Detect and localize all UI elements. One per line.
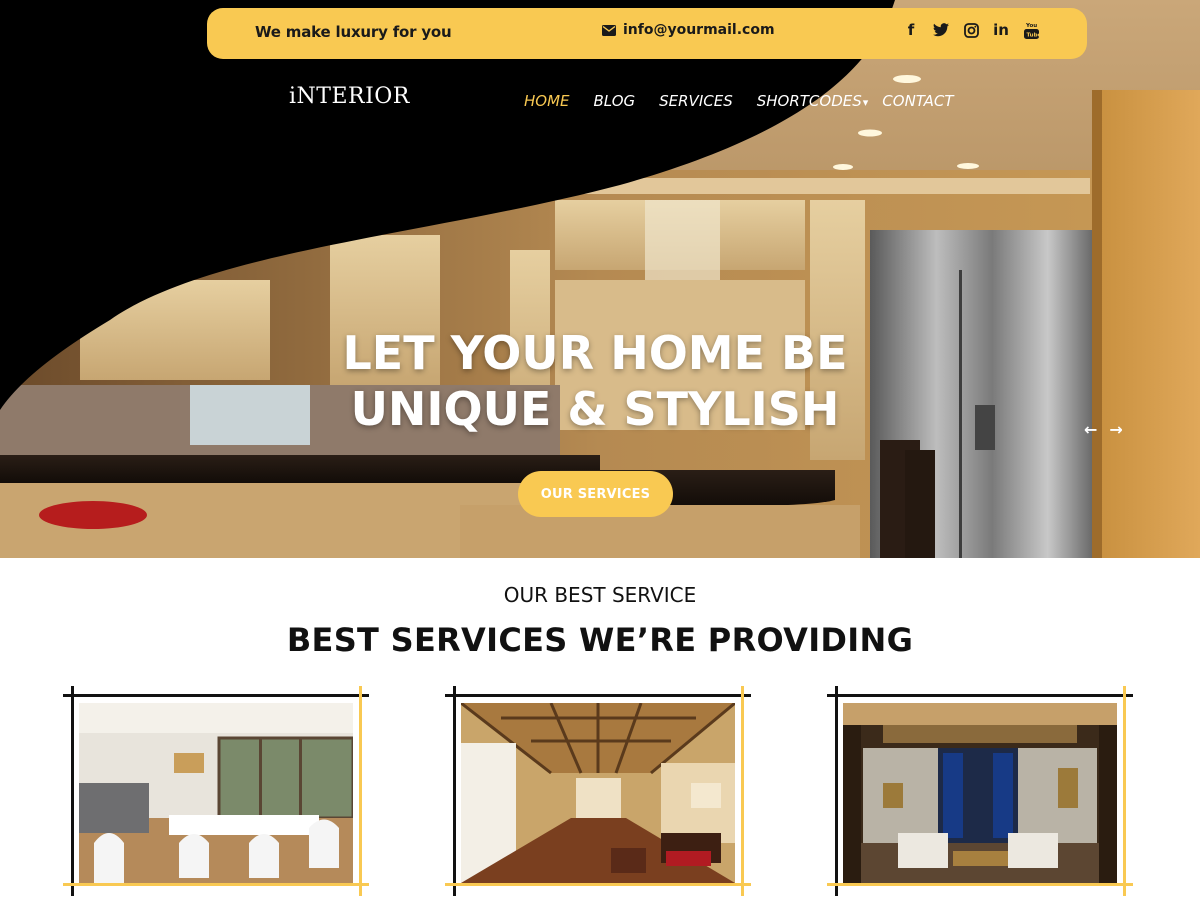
frame-line — [453, 686, 456, 896]
tagline: We make luxury for you — [255, 23, 452, 41]
youtube-icon[interactable]: You Tube — [1023, 21, 1039, 39]
slider-arrows: ← → — [1084, 420, 1123, 439]
frame-line — [359, 686, 362, 896]
hero-title: LET YOUR HOME BE UNIQUE & STYLISH — [300, 325, 890, 437]
nav-contact[interactable]: CONTACT — [882, 92, 953, 110]
frame-line — [445, 883, 751, 886]
frame-line — [827, 883, 1133, 886]
hero-title-line1: LET YOUR HOME BE — [342, 326, 848, 380]
social-links: f in You Tube — [903, 21, 1039, 39]
frame-line — [445, 694, 751, 697]
site-logo[interactable]: iNTERIOR — [289, 84, 410, 109]
service-card[interactable] — [445, 686, 755, 896]
envelope-icon — [602, 24, 616, 36]
frame-line — [835, 686, 838, 896]
main-nav: HOME BLOG SERVICES SHORTCODES▾ CONTACT — [524, 92, 953, 110]
arrow-left-icon[interactable]: ← — [1084, 420, 1097, 439]
svg-text:You: You — [1025, 23, 1037, 29]
nav-home[interactable]: HOME — [524, 92, 570, 110]
svg-text:Tube: Tube — [1026, 32, 1039, 38]
hero-title-line2: UNIQUE & STYLISH — [350, 382, 840, 436]
arrow-right-icon[interactable]: → — [1109, 420, 1122, 439]
email-link[interactable]: info@yourmail.com — [602, 22, 775, 38]
living-room-photo — [843, 703, 1117, 883]
email-text: info@yourmail.com — [623, 22, 775, 38]
linkedin-icon[interactable]: in — [993, 21, 1009, 39]
twitter-icon[interactable] — [933, 21, 949, 39]
facebook-icon[interactable]: f — [903, 21, 919, 39]
frame-line — [827, 694, 1133, 697]
service-card[interactable] — [63, 686, 373, 896]
our-services-button[interactable]: OUR SERVICES — [518, 471, 673, 517]
dining-room-photo — [79, 703, 353, 883]
nav-blog[interactable]: BLOG — [594, 92, 636, 110]
hallway-photo — [461, 703, 735, 883]
section-title: BEST SERVICES WE’RE PROVIDING — [286, 621, 914, 659]
instagram-icon[interactable] — [963, 21, 979, 39]
chevron-down-icon: ▾ — [862, 96, 869, 109]
frame-line — [63, 883, 369, 886]
section-eyebrow: OUR BEST SERVICE — [503, 583, 697, 607]
nav-shortcodes[interactable]: SHORTCODES▾ — [757, 92, 869, 110]
frame-line — [741, 686, 744, 896]
service-card[interactable] — [827, 686, 1137, 896]
nav-shortcodes-label: SHORTCODES — [756, 92, 862, 110]
top-info-bar: We make luxury for you info@yourmail.com… — [207, 8, 1087, 59]
hero-section: We make luxury for you info@yourmail.com… — [0, 0, 1200, 558]
frame-line — [71, 686, 74, 896]
frame-line — [63, 694, 369, 697]
nav-services[interactable]: SERVICES — [659, 92, 733, 110]
frame-line — [1123, 686, 1126, 896]
